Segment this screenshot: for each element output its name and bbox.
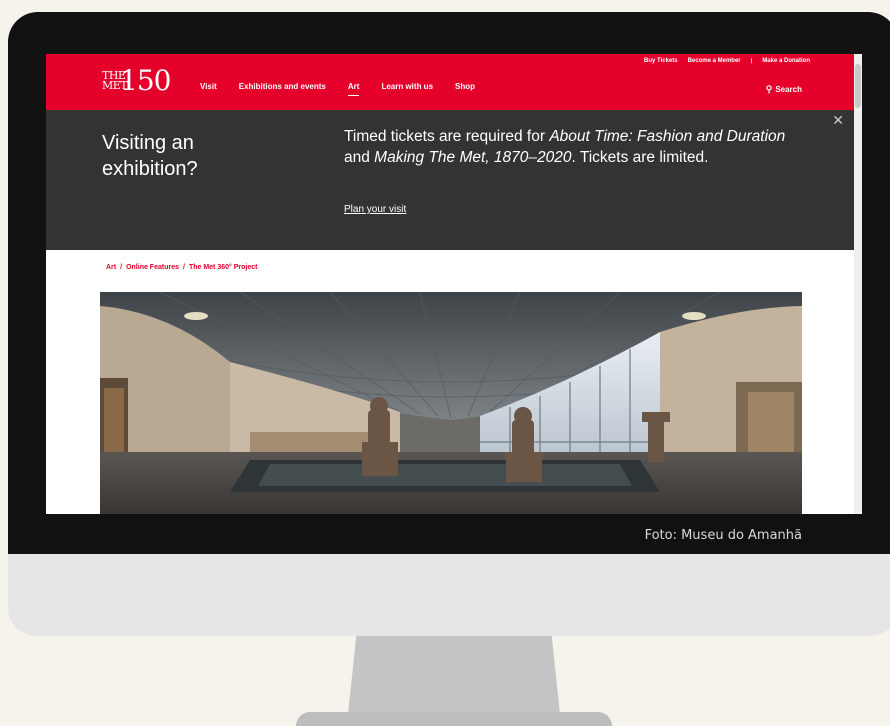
monitor-chin: [8, 540, 890, 636]
monitor-base: [296, 712, 612, 726]
breadcrumb: Art / Online Features / The Met 360° Pro…: [106, 264, 257, 271]
scrollbar-thumb[interactable]: [855, 64, 861, 108]
breadcrumb-item-current[interactable]: The Met 360° Project: [189, 264, 258, 271]
top-navigation: THE MET 150 Visit Exhibitions and events…: [46, 54, 854, 110]
banner-text: Timed tickets are required for About Tim…: [344, 126, 804, 168]
banner-text-part: and: [344, 149, 375, 166]
visit-banner: Visiting an exhibition? Timed tickets ar…: [46, 110, 854, 250]
nav-item-art[interactable]: Art: [347, 82, 359, 96]
plan-visit-link[interactable]: Plan your visit: [344, 204, 406, 215]
exhibition-title: About Time: Fashion and Duration: [549, 128, 786, 145]
close-icon[interactable]: ✕: [832, 112, 844, 129]
logo-the-met: THE MET: [102, 68, 128, 92]
search-label: Search: [775, 85, 802, 94]
breadcrumb-item-art[interactable]: Art: [106, 264, 116, 271]
banner-text-part: . Tickets are limited.: [571, 149, 709, 166]
main-nav: Visit Exhibitions and events Art Learn w…: [200, 82, 475, 96]
nav-item-visit[interactable]: Visit: [200, 82, 217, 91]
monitor-stand: [348, 634, 560, 714]
nav-item-learn[interactable]: Learn with us: [381, 82, 433, 91]
utility-links: Buy Tickets Become a Member | Make a Don…: [644, 58, 810, 64]
make-donation-link[interactable]: Make a Donation: [762, 58, 810, 64]
panorama-image[interactable]: [100, 292, 802, 514]
search-button[interactable]: ⚲ Search: [766, 84, 802, 95]
nav-item-shop[interactable]: Shop: [455, 82, 475, 91]
gallery-panorama-illustration: [100, 292, 802, 514]
divider: |: [750, 58, 753, 64]
breadcrumb-separator: /: [120, 264, 123, 271]
photo-credit: Foto: Museu do Amanhã: [644, 528, 802, 543]
search-icon: ⚲: [765, 84, 773, 94]
banner-text-part: Timed tickets are required for: [344, 128, 550, 145]
logo-number: 150: [120, 64, 171, 97]
buy-tickets-link[interactable]: Buy Tickets: [644, 58, 678, 64]
nav-item-exhibitions[interactable]: Exhibitions and events: [239, 82, 326, 91]
scrollbar[interactable]: [854, 54, 862, 514]
exhibition-title: Making The Met, 1870–2020: [374, 149, 572, 166]
met-logo[interactable]: THE MET 150: [102, 64, 171, 97]
breadcrumb-separator: /: [182, 264, 185, 271]
browser-screen: THE MET 150 Visit Exhibitions and events…: [46, 54, 862, 514]
banner-heading: Visiting an exhibition?: [102, 132, 198, 180]
breadcrumb-item-online-features[interactable]: Online Features: [126, 264, 179, 271]
become-member-link[interactable]: Become a Member: [688, 58, 741, 64]
